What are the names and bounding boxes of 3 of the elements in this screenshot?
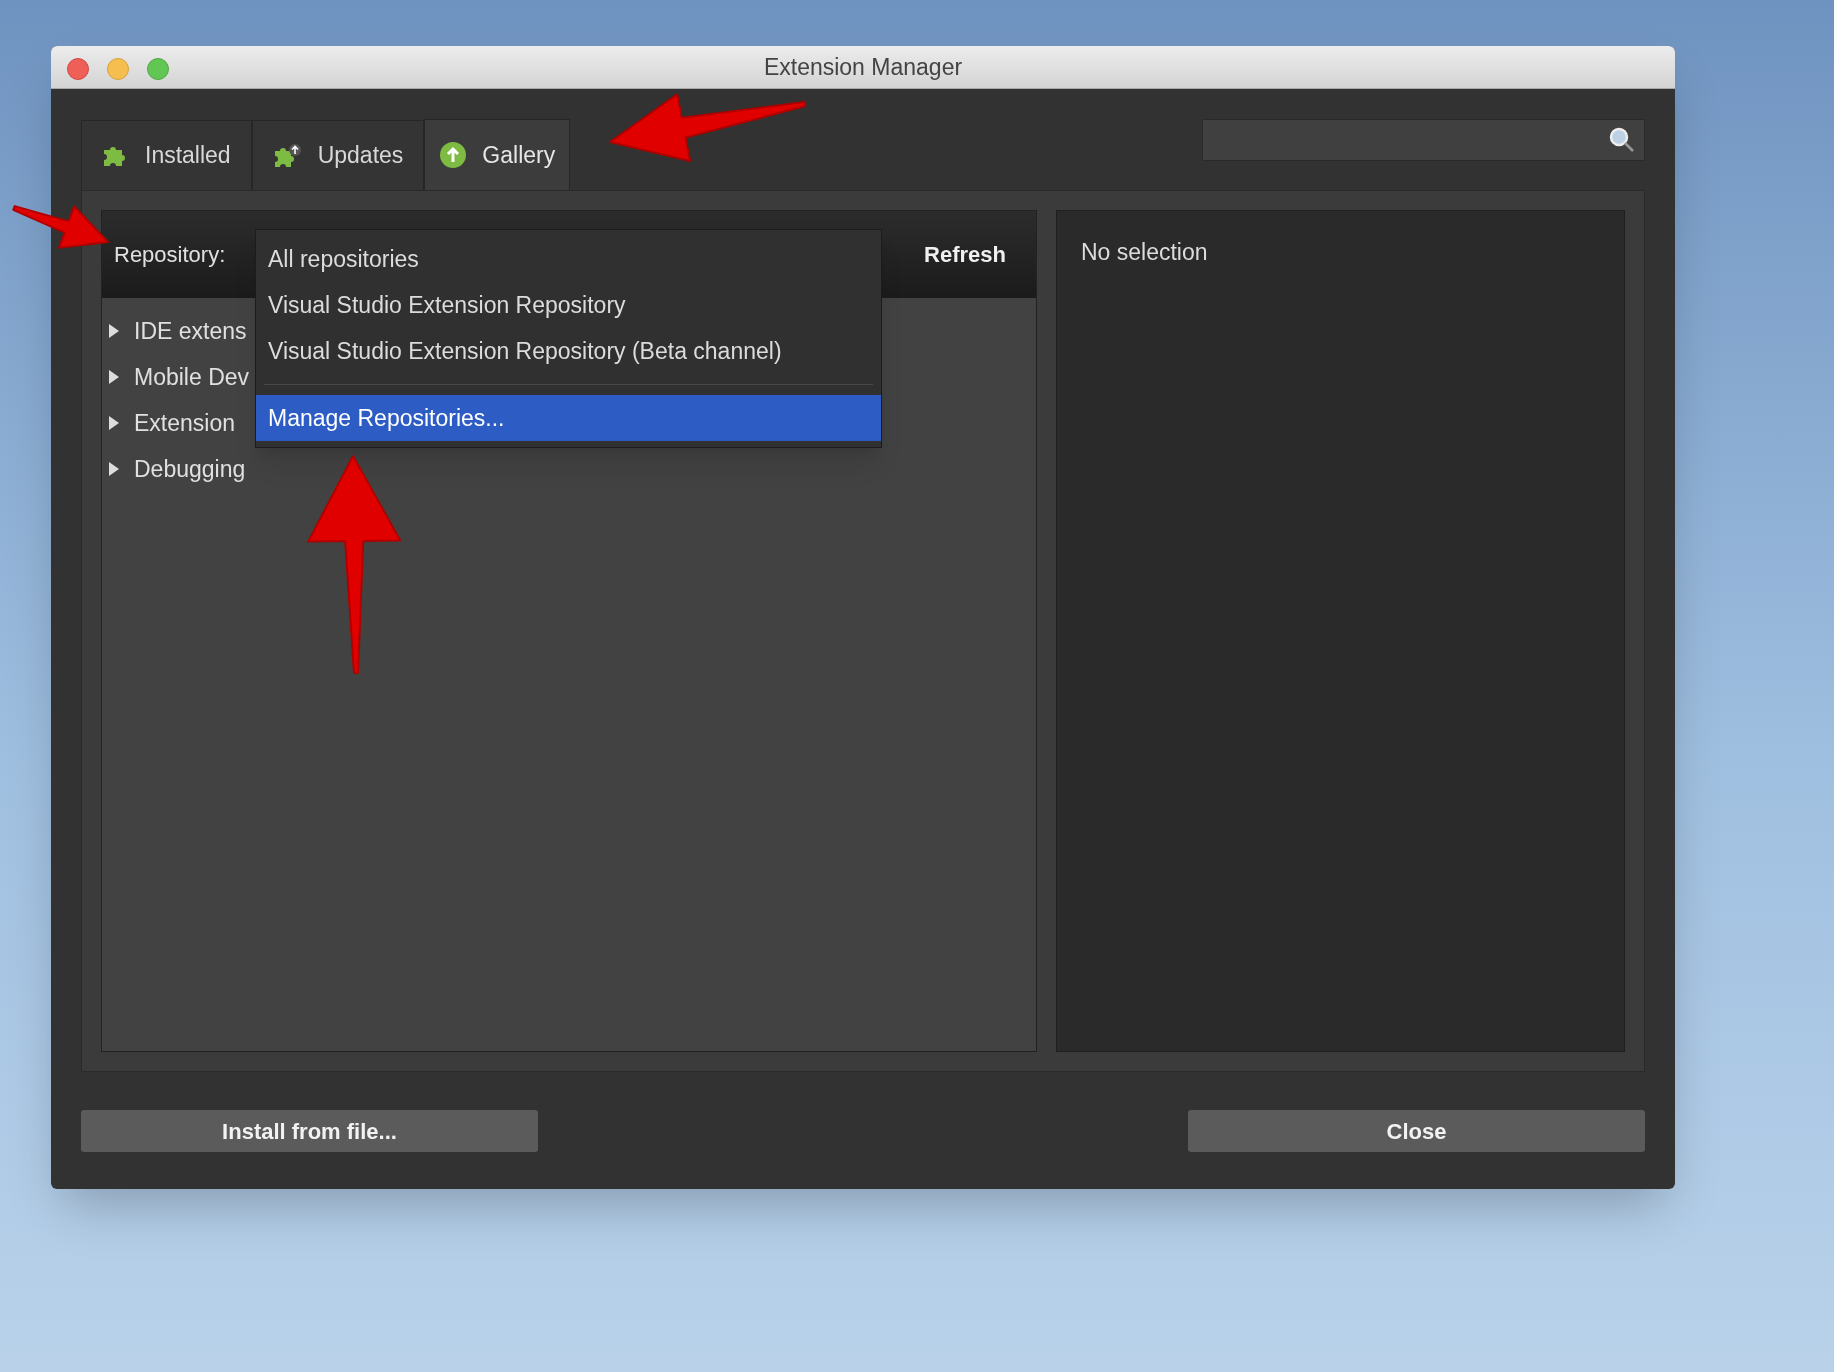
no-selection-text: No selection	[1081, 239, 1208, 265]
window-title: Extension Manager	[763, 52, 963, 82]
repository-label: Repository:	[114, 241, 226, 269]
